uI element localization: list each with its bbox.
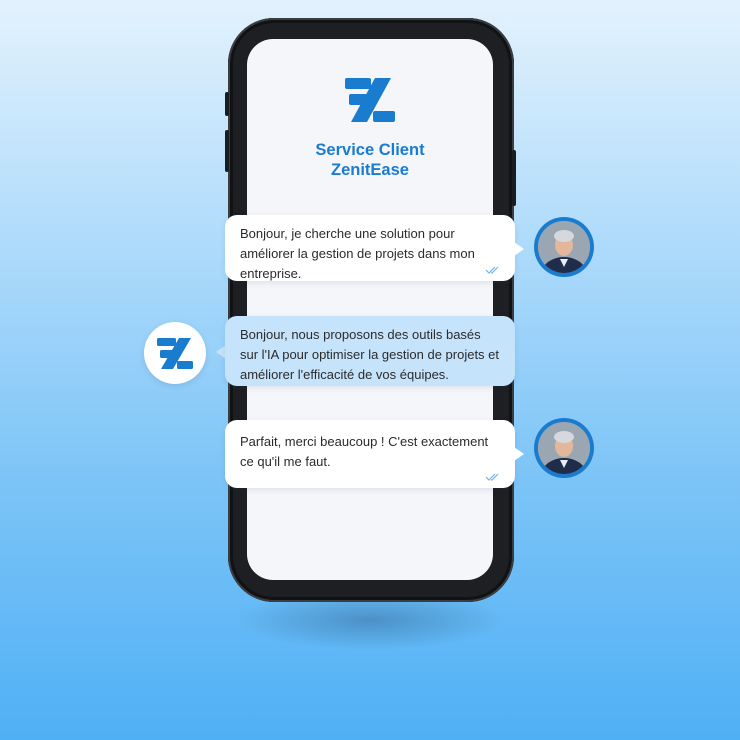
user-message-bubble: Parfait, merci beaucoup ! C'est exacteme… [225,420,515,488]
user-avatar [534,217,594,277]
agent-avatar [144,322,206,384]
title-line-1: Service Client [315,141,425,159]
user-photo [538,221,590,273]
person-icon [538,422,590,474]
phone-volume-button [225,92,229,116]
bubble-tail [514,447,524,461]
person-icon [538,221,590,273]
message-text: Bonjour, je cherche une solution pour am… [240,226,475,281]
user-message-bubble: Bonjour, je cherche une solution pour am… [225,215,515,281]
chat-header: Service Client ZenitEase [247,78,493,180]
message-text: Parfait, merci beaucoup ! C'est exacteme… [240,434,489,469]
zenitease-logo [157,338,193,369]
user-avatar [534,418,594,478]
message-text: Bonjour, nous proposons des outils basés… [240,327,500,382]
phone-volume-button [225,130,229,172]
page-title: Service Client ZenitEase [247,140,493,180]
user-photo [538,422,590,474]
title-line-2: ZenitEase [331,161,409,179]
zenitease-logo [345,78,395,122]
double-check-icon [485,473,499,481]
phone-power-button [512,150,516,206]
agent-message-bubble: Bonjour, nous proposons des outils basés… [225,316,515,386]
bubble-tail [514,242,524,256]
double-check-icon [485,266,499,274]
